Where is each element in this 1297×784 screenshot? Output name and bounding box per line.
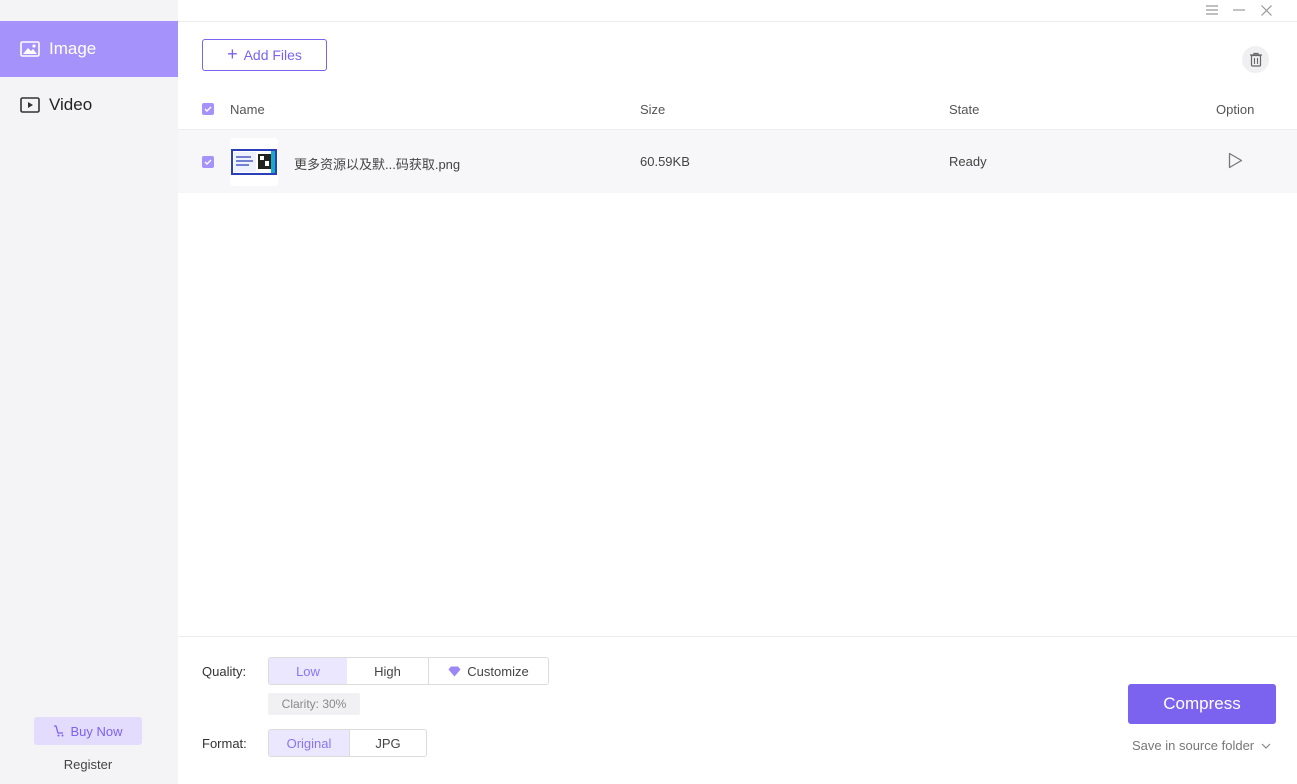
buy-now-button[interactable]: Buy Now [34, 717, 142, 745]
clarity-value: Clarity: 30% [268, 693, 360, 715]
row-checkbox[interactable] [202, 156, 214, 168]
menu-icon[interactable] [1204, 2, 1220, 18]
quality-high-option[interactable]: High [347, 657, 429, 685]
video-icon [20, 97, 40, 113]
format-original-option[interactable]: Original [268, 729, 350, 757]
column-header-state[interactable]: State [949, 102, 979, 117]
save-location-dropdown[interactable]: Save in source folder [1132, 738, 1271, 753]
file-name: 更多资源以及默...码获取.png [294, 157, 461, 172]
settings-panel: Quality: Low High Customize Clarity: 30%… [178, 636, 1297, 784]
column-header-size[interactable]: Size [640, 102, 665, 117]
sidebar-item-label: Video [49, 95, 93, 114]
file-size: 60.59KB [640, 154, 690, 169]
plus-icon: + [227, 44, 238, 64]
cart-icon [53, 725, 65, 737]
add-files-label: Add Files [243, 47, 302, 63]
select-all-checkbox[interactable] [202, 103, 214, 115]
sidebar-item-image[interactable]: Image [0, 21, 178, 77]
image-icon [20, 41, 40, 57]
register-link[interactable]: Register [34, 757, 142, 772]
column-header-name[interactable]: Name [230, 102, 265, 117]
quality-label: Quality: [202, 664, 247, 679]
title-bar [178, 0, 1297, 22]
table-row[interactable]: 更多资源以及默...码获取.png 60.59KB Ready [178, 130, 1297, 193]
play-icon[interactable] [1228, 152, 1243, 172]
close-icon[interactable] [1258, 2, 1274, 18]
add-files-button[interactable]: + Add Files [202, 39, 327, 71]
column-header-option: Option [1216, 102, 1255, 117]
file-thumbnail [230, 138, 278, 186]
quality-low-option[interactable]: Low [268, 657, 348, 685]
customize-label: Customize [467, 663, 529, 679]
save-location-label: Save in source folder [1132, 738, 1255, 753]
sidebar: Image Video Buy Now Register [0, 0, 178, 784]
sidebar-item-video[interactable]: Video [0, 77, 178, 133]
chevron-down-icon [1261, 743, 1271, 749]
file-state: Ready [949, 154, 987, 169]
format-label: Format: [202, 736, 247, 751]
diamond-icon [448, 666, 461, 677]
quality-customize-option[interactable]: Customize [428, 657, 549, 685]
app-window: Image Video Buy Now Register + Add Files… [0, 0, 1297, 784]
buy-now-label: Buy Now [70, 723, 123, 739]
format-jpg-option[interactable]: JPG [349, 729, 427, 757]
trash-icon[interactable] [1242, 46, 1269, 73]
compress-button[interactable]: Compress [1128, 684, 1276, 724]
minimize-icon[interactable] [1231, 2, 1247, 18]
sidebar-item-label: Image [49, 39, 97, 58]
table-header: Name Size State Option [178, 92, 1297, 130]
